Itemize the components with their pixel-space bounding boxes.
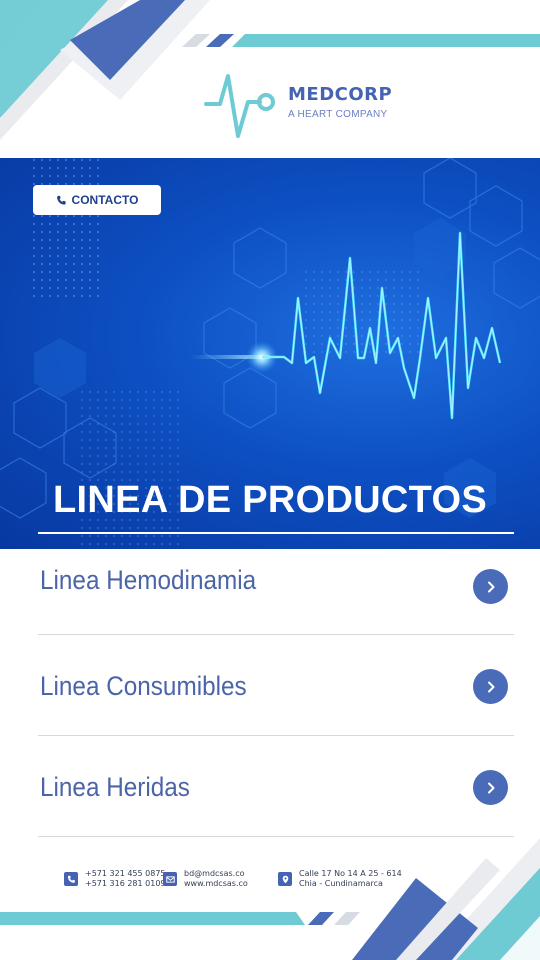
contact-button[interactable]: CONTACTO [33, 185, 161, 215]
header: MEDCORP A HEART COMPANY [0, 0, 540, 158]
brand-name: MEDCORP [288, 84, 393, 105]
footer-decoration [0, 838, 540, 960]
brand-tagline: A HEART COMPANY [288, 109, 388, 120]
product-item-label: Linea Hemodinamia [40, 565, 257, 595]
address-line-2: Chia - Cundinamarca [299, 879, 383, 888]
phone-number-1: +571 321 455 0875 [85, 869, 166, 878]
contact-button-label: CONTACTO [71, 193, 139, 207]
page-title: LINEA DE PRODUCTOS [53, 479, 487, 521]
chevron-right-icon[interactable] [473, 569, 508, 604]
hero-banner: CONTACTO LINEA DE PRODUCTOS [0, 158, 540, 549]
location-pin-icon [278, 872, 292, 886]
product-list: Linea Hemodinamia Linea Consumibles Line… [38, 549, 514, 837]
footer-email[interactable]: bd@mdcsas.co www.mdcsas.co [163, 869, 248, 889]
email-address: bd@mdcsas.co [184, 869, 245, 878]
phone-icon [56, 195, 66, 205]
product-item-heridas[interactable]: Linea Heridas [38, 736, 514, 837]
chevron-right-icon[interactable] [473, 770, 508, 805]
product-item-label: Linea Consumibles [40, 671, 247, 701]
phone-number-2: +571 316 281 0109 [85, 879, 166, 888]
footer-address[interactable]: Calle 17 No 14 A 25 - 614 Chia - Cundina… [278, 869, 402, 889]
website-url: www.mdcsas.co [184, 879, 248, 888]
product-item-consumibles[interactable]: Linea Consumibles [38, 635, 514, 736]
product-item-label: Linea Heridas [40, 772, 190, 802]
chevron-right-icon[interactable] [473, 669, 508, 704]
heartbeat-logo-icon [204, 74, 275, 138]
brand-logo[interactable]: MEDCORP A HEART COMPANY [204, 66, 404, 142]
footer-phone[interactable]: +571 321 455 0875 +571 316 281 0109 [64, 869, 166, 889]
footer: +571 321 455 0875 +571 316 281 0109 bd@m… [0, 838, 540, 960]
product-item-hemodinamia[interactable]: Linea Hemodinamia [38, 549, 514, 635]
phone-icon [64, 872, 78, 886]
mail-icon [163, 872, 177, 886]
title-underline [38, 532, 514, 534]
address-line-1: Calle 17 No 14 A 25 - 614 [299, 869, 402, 878]
